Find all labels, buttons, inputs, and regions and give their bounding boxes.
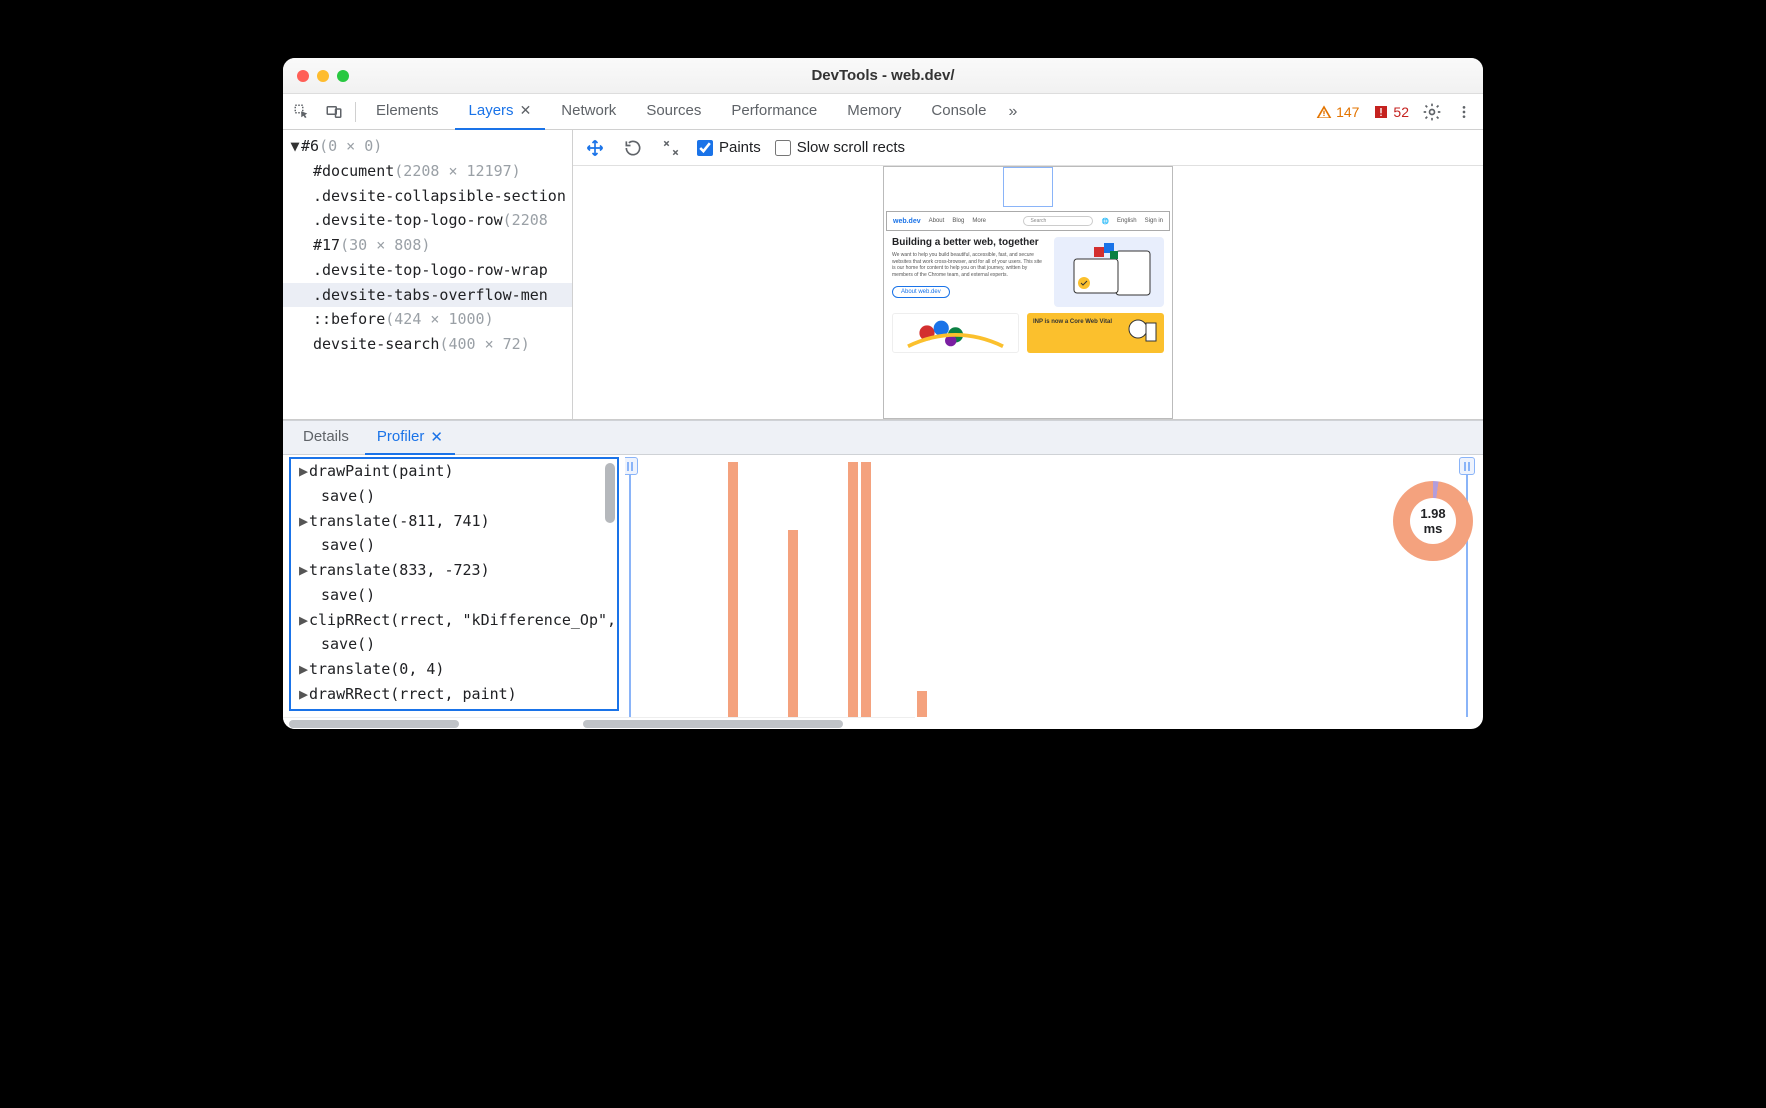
preview-header: web.dev About Blog More Search 🌐English … (886, 211, 1170, 231)
tree-root[interactable]: ▼#6(0 × 0) (283, 134, 572, 159)
tab-memory[interactable]: Memory (833, 94, 915, 130)
maximize-window-button[interactable] (337, 70, 349, 82)
rotate-icon[interactable] (621, 136, 645, 160)
tab-console[interactable]: Console (917, 94, 1000, 130)
duration-label: 1.98 ms (1410, 498, 1456, 544)
timeline-bar (788, 530, 798, 717)
preview-hero-btn: About web.dev (892, 286, 950, 298)
tab-profiler[interactable]: Profiler ✕ (365, 421, 455, 455)
preview-hero-title: Building a better web, together (892, 237, 1046, 248)
paint-call-row[interactable]: save() (291, 533, 617, 558)
main-tabstrip: Elements Layers ✕ Network Sources Perfor… (283, 94, 1483, 130)
tab-sources[interactable]: Sources (632, 94, 715, 130)
window-title: DevTools - web.dev/ (283, 67, 1483, 84)
pan-icon[interactable] (583, 136, 607, 160)
paint-call-list[interactable]: ▶drawPaint(paint)save()▶translate(-811, … (289, 457, 619, 711)
reset-view-icon[interactable] (659, 136, 683, 160)
marker-handle-icon[interactable] (625, 457, 638, 475)
divider (355, 102, 356, 122)
devtools-window: DevTools - web.dev/ Elements Layers ✕ Ne… (283, 58, 1483, 729)
calls-scrollbar[interactable] (583, 720, 843, 728)
slow-scroll-checkbox[interactable]: Slow scroll rects (775, 139, 905, 156)
preview-hero-body: We want to help you build beautiful, acc… (892, 252, 1046, 278)
paint-call-row[interactable]: save() (291, 583, 617, 608)
scrollbar-thumb[interactable] (605, 463, 615, 523)
bottom-panel: Details Profiler ✕ ▶drawPaint(paint)save… (283, 420, 1483, 717)
tab-performance[interactable]: Performance (717, 94, 831, 130)
tree-item[interactable]: .devsite-tabs-overflow-men (283, 283, 572, 308)
paints-checkbox-input[interactable] (697, 140, 713, 156)
kebab-menu-icon[interactable] (1449, 104, 1479, 120)
tab-elements[interactable]: Elements (362, 94, 453, 130)
tree-item[interactable]: .devsite-collapsible-section (283, 184, 572, 209)
paint-call-row[interactable]: save() (291, 632, 617, 657)
tree-item[interactable]: #17(30 × 808) (283, 233, 572, 258)
paint-call-row[interactable]: ▶translate(0, 4) (291, 657, 617, 682)
preview-search: Search (1023, 216, 1093, 226)
paint-call-row[interactable]: ▶drawRRect(rrect, paint) (291, 682, 617, 707)
tab-layers[interactable]: Layers ✕ (455, 94, 546, 130)
timeline-marker[interactable] (629, 457, 631, 717)
tab-network[interactable]: Network (547, 94, 630, 130)
minimize-window-button[interactable] (317, 70, 329, 82)
tree-item[interactable]: .devsite-top-logo-row-wrap (283, 258, 572, 283)
window-controls (283, 70, 349, 82)
viewer-toolbar: Paints Slow scroll rects (573, 130, 1483, 166)
preview-illustration (1054, 237, 1164, 307)
preview-promo: INP is now a Core Web Vital (1033, 319, 1112, 325)
timeline-bar (848, 462, 858, 717)
tree-item[interactable]: ::before(424 × 1000) (283, 307, 572, 332)
profiler-timeline[interactable]: 1.98 ms (625, 455, 1483, 717)
tab-details[interactable]: Details (291, 421, 361, 455)
horizontal-scrollbars (283, 717, 1483, 729)
layer-tree[interactable]: ▼#6(0 × 0) #document(2208 × 12197).devsi… (283, 130, 573, 419)
close-icon[interactable]: ✕ (520, 102, 532, 119)
timeline-bar (861, 462, 871, 717)
bottom-tabstrip: Details Profiler ✕ (283, 421, 1483, 455)
tree-item[interactable]: #document(2208 × 12197) (283, 159, 572, 184)
timeline-bar (728, 462, 738, 717)
tree-scrollbar[interactable] (289, 720, 459, 728)
warnings-count: 147 (1336, 104, 1359, 120)
timeline-bar (917, 691, 927, 717)
paint-call-row[interactable]: save() (291, 484, 617, 509)
layers-panel-body: ▼#6(0 × 0) #document(2208 × 12197).devsi… (283, 130, 1483, 420)
close-window-button[interactable] (297, 70, 309, 82)
paint-call-row[interactable]: ▶clipRRect(rrect, "kDifference_Op", (291, 608, 617, 633)
errors-count: 52 (1393, 104, 1409, 120)
preview-logo: web.dev (893, 218, 921, 225)
slow-scroll-checkbox-input[interactable] (775, 140, 791, 156)
marker-handle-icon[interactable] (1459, 457, 1475, 475)
warnings-badge[interactable]: 147 (1310, 104, 1365, 120)
layer-canvas[interactable]: web.dev About Blog More Search 🌐English … (573, 166, 1483, 419)
page-preview: web.dev About Blog More Search 🌐English … (883, 166, 1173, 419)
close-icon[interactable]: ✕ (430, 428, 443, 446)
settings-icon[interactable] (1417, 102, 1447, 122)
paint-call-row[interactable]: ▶translate(833, -723) (291, 558, 617, 583)
tree-item[interactable]: .devsite-top-logo-row(2208 (283, 208, 572, 233)
device-toggle-icon[interactable] (319, 97, 349, 127)
paint-call-row[interactable]: ▶drawPaint(paint) (291, 459, 617, 484)
errors-badge[interactable]: 52 (1367, 104, 1415, 120)
inspect-icon[interactable] (287, 97, 317, 127)
duration-donut: 1.98 ms (1393, 481, 1473, 561)
paints-checkbox[interactable]: Paints (697, 139, 761, 156)
tree-item[interactable]: devsite-search(400 × 72) (283, 332, 572, 357)
paint-call-row[interactable]: ▶translate(-811, 741) (291, 509, 617, 534)
more-tabs-button[interactable]: » (1002, 103, 1023, 121)
titlebar: DevTools - web.dev/ (283, 58, 1483, 94)
layer-viewer: Paints Slow scroll rects web.dev About B… (573, 130, 1483, 419)
